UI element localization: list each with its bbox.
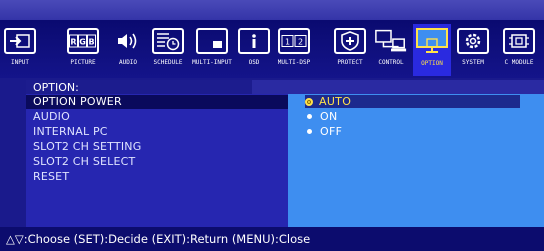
multi-display-icon: 12 bbox=[278, 28, 310, 54]
option-on[interactable]: ON bbox=[305, 110, 338, 123]
bullet-icon bbox=[307, 114, 312, 119]
tab-label: OSD bbox=[248, 59, 260, 66]
option-auto[interactable]: AUTO bbox=[305, 95, 520, 108]
tab-schedule[interactable]: SCHEDULE bbox=[150, 26, 186, 74]
header-stripe bbox=[252, 80, 544, 94]
tab-input[interactable]: INPUT bbox=[4, 26, 36, 74]
gear-icon bbox=[457, 28, 489, 54]
tab-label: INPUT bbox=[10, 59, 30, 66]
svg-text:R: R bbox=[70, 38, 76, 47]
category-toolbar: INPUT RGB PICTURE AUDIO SCHEDULE MULTI-I… bbox=[0, 20, 544, 78]
menu-title: OPTION: bbox=[33, 81, 79, 94]
tab-audio[interactable]: AUDIO bbox=[111, 26, 145, 74]
tab-label: MULTI-INPUT bbox=[192, 59, 232, 66]
tab-label: AUDIO bbox=[118, 59, 138, 66]
help-text: △▽:Choose (SET):Decide (EXIT):Return (ME… bbox=[6, 232, 311, 246]
menu-item-option-power[interactable]: OPTION POWER bbox=[26, 95, 288, 109]
input-icon bbox=[4, 28, 36, 54]
svg-text:B: B bbox=[88, 38, 94, 47]
tab-control[interactable]: CONTROL bbox=[372, 26, 410, 74]
tab-picture[interactable]: RGB PICTURE bbox=[66, 26, 100, 74]
tab-protect[interactable]: PROTECT bbox=[332, 26, 368, 74]
svg-text:2: 2 bbox=[298, 38, 303, 47]
svg-text:G: G bbox=[79, 38, 86, 47]
tab-osd[interactable]: OSD bbox=[238, 26, 270, 74]
option-label: OFF bbox=[320, 125, 343, 138]
multi-input-icon bbox=[196, 28, 228, 54]
tab-c-module[interactable]: C MODULE bbox=[500, 26, 538, 74]
menu-item-reset[interactable]: RESET bbox=[26, 170, 288, 184]
menu-item-internal-pc[interactable]: INTERNAL PC bbox=[26, 125, 288, 139]
tab-label: PICTURE bbox=[70, 59, 96, 66]
tab-label: SCHEDULE bbox=[153, 59, 183, 66]
info-icon bbox=[238, 28, 270, 54]
radio-selected-icon bbox=[305, 97, 313, 106]
shield-icon bbox=[334, 28, 366, 54]
option-label: ON bbox=[320, 110, 338, 123]
picture-rgb-icon: RGB bbox=[67, 28, 99, 54]
menu-item-audio[interactable]: AUDIO bbox=[26, 110, 288, 124]
bullet-icon bbox=[307, 129, 312, 134]
speaker-icon bbox=[112, 28, 144, 54]
tab-option[interactable]: OPTION bbox=[413, 24, 451, 76]
tab-system[interactable]: SYSTEM bbox=[456, 26, 490, 74]
tab-label: CONTROL bbox=[378, 59, 404, 66]
option-off[interactable]: OFF bbox=[305, 125, 342, 138]
title-bar bbox=[0, 0, 544, 20]
tab-label: OPTION bbox=[421, 60, 443, 67]
option-monitor-icon bbox=[415, 27, 449, 55]
tab-label: MULTI-DSP bbox=[277, 59, 311, 66]
schedule-clock-icon bbox=[152, 28, 184, 54]
tab-label: PROTECT bbox=[337, 59, 363, 66]
tab-label: C MODULE bbox=[504, 59, 534, 66]
osd-screen: INPUT RGB PICTURE AUDIO SCHEDULE MULTI-I… bbox=[0, 0, 544, 251]
menu-item-slot2-ch-setting[interactable]: SLOT2 CH SETTING bbox=[26, 140, 288, 154]
computer-icon bbox=[372, 28, 410, 54]
menu-item-slot2-ch-select[interactable]: SLOT2 CH SELECT bbox=[26, 155, 288, 169]
tab-label: SYSTEM bbox=[462, 59, 484, 66]
compute-module-icon bbox=[503, 28, 535, 54]
svg-text:1: 1 bbox=[285, 38, 290, 47]
tab-multi-dsp[interactable]: 12 MULTI-DSP bbox=[274, 26, 314, 74]
option-label: AUTO bbox=[319, 95, 352, 108]
tab-multi-input[interactable]: MULTI-INPUT bbox=[192, 26, 232, 74]
